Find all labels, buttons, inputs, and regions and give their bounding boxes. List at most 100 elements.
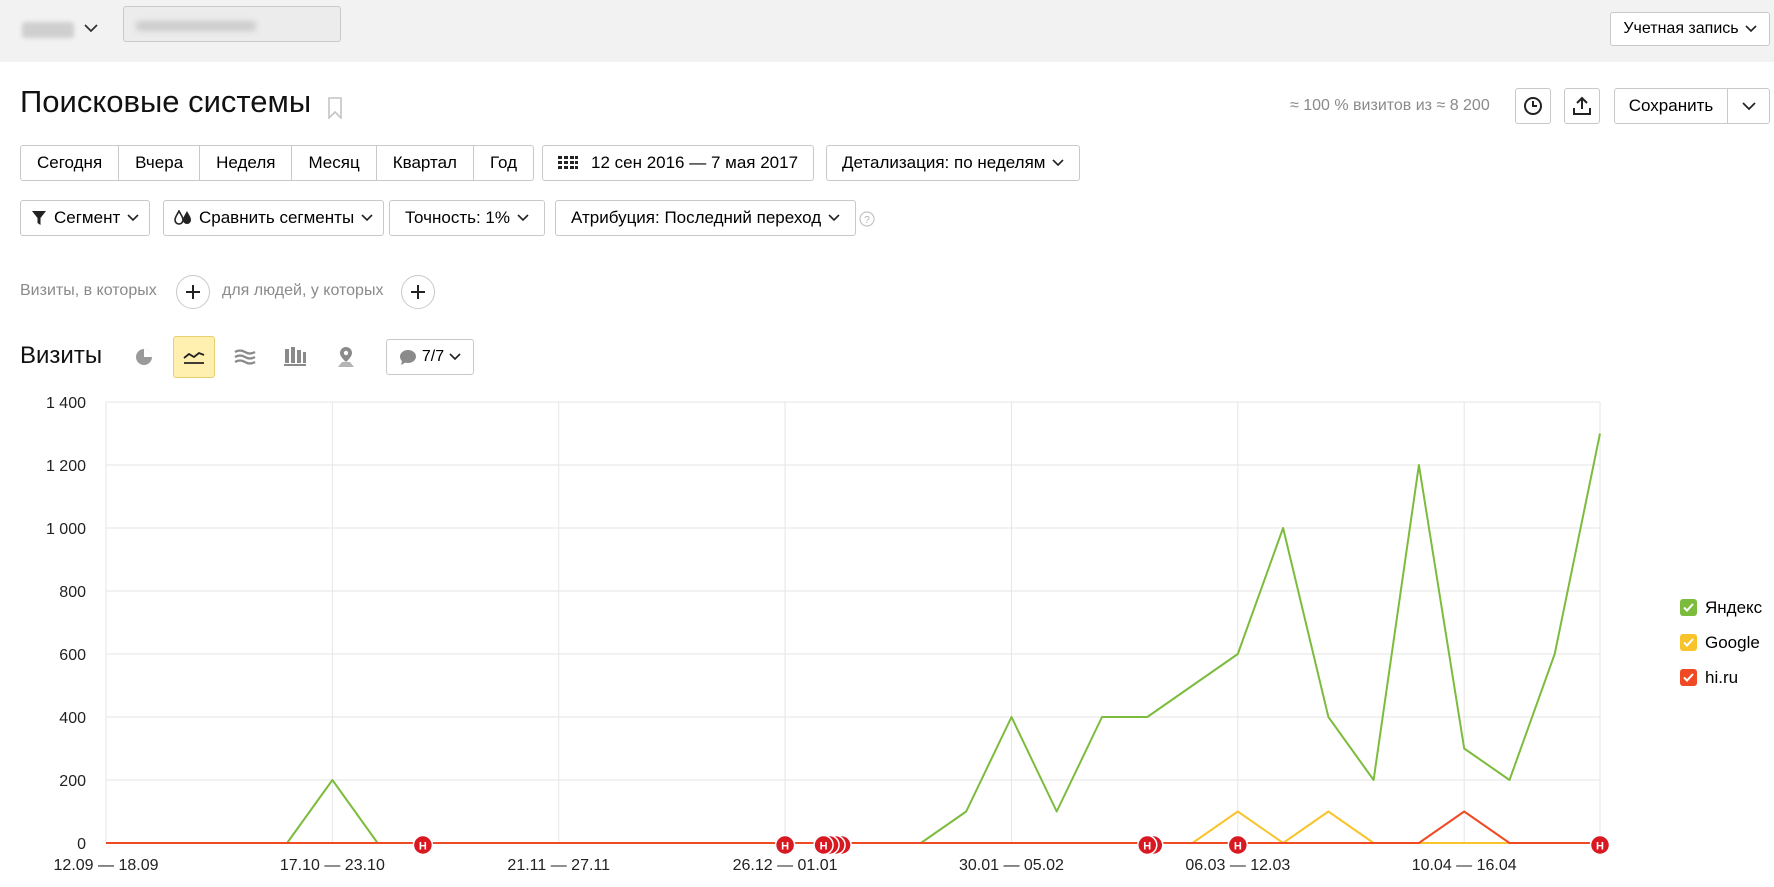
account-label: Учетная запись (1623, 20, 1739, 37)
date-range-button[interactable]: 12 сен 2016 — 7 мая 2017 (542, 145, 815, 181)
period-yesterday[interactable]: Вчера (118, 145, 201, 181)
detail-dropdown[interactable]: Детализация: по неделям (826, 145, 1081, 181)
history-button[interactable] (1515, 88, 1551, 124)
bar-chart-icon (284, 347, 306, 366)
people-condition-label: для людей, у которых (222, 282, 384, 299)
period-week[interactable]: Неделя (199, 145, 293, 181)
attribution-label: Атрибуция: Последний переход (571, 208, 822, 227)
account-button[interactable]: Учетная запись (1610, 12, 1770, 46)
upload-icon (1573, 96, 1591, 115)
chart-title: Визиты (20, 342, 103, 369)
series-line (106, 810, 1600, 844)
period-selector: Сегодня Вчера Неделя Месяц Квартал Год (20, 145, 535, 181)
compare-segments-button[interactable]: Сравнить сегменты (163, 200, 385, 236)
x-tick-label: 21.11 — 27.11 (507, 857, 610, 874)
page-title: Поисковые системы (20, 84, 312, 119)
chart-legend: Яндекс Google hi.ru (1680, 590, 1762, 695)
chevron-down-icon (1745, 25, 1757, 33)
save-dropdown-button[interactable] (1727, 88, 1770, 124)
period-quarter[interactable]: Квартал (375, 145, 474, 181)
legend-item-google[interactable]: Google (1680, 625, 1762, 660)
visits-sample-info: ≈ 100 % визитов из ≈ 8 200 (1290, 97, 1490, 114)
legend-label: Яндекс (1705, 597, 1763, 617)
note-marker-label: Н (781, 841, 789, 853)
segment-label: Сегмент (54, 208, 121, 227)
x-tick-label: 26.12 — 01.01 (733, 857, 838, 874)
y-tick-label: 1 400 (46, 395, 86, 412)
note-marker-label: Н (1596, 841, 1604, 853)
chevron-down-icon (449, 353, 461, 361)
y-tick-label: 1 000 (46, 521, 86, 538)
segment-button[interactable]: Сегмент (20, 200, 151, 236)
chart-type-map[interactable] (325, 336, 367, 378)
checkbox-checked-icon[interactable] (1680, 599, 1697, 616)
bookmark-icon[interactable] (328, 97, 342, 119)
chart-type-line[interactable] (173, 336, 215, 378)
x-tick-label: 30.01 — 05.02 (959, 857, 1064, 874)
svg-text:?: ? (864, 215, 870, 226)
y-tick-label: 200 (59, 773, 86, 790)
top-bar: Учетная запись (0, 0, 1774, 62)
comment-icon (399, 349, 416, 365)
legend-label: hi.ru (1705, 667, 1739, 687)
calendar-icon (558, 156, 578, 169)
compare-segments-label: Сравнить сегменты (199, 208, 355, 227)
help-icon[interactable]: ? (859, 211, 875, 227)
chevron-down-icon (361, 214, 373, 222)
x-tick-label: 12.09 — 18.09 (54, 857, 159, 874)
visits-line-chart: 0 200 400 600 800 1 000 1 200 1 400 12.09 — 18.0… (46, 395, 1611, 874)
detail-label: Детализация: по неделям (842, 153, 1046, 172)
visits-condition-label: Визиты, в которых (20, 282, 157, 299)
period-year[interactable]: Год (472, 145, 535, 181)
period-month[interactable]: Месяц (291, 145, 377, 181)
chart-type-area[interactable] (224, 336, 266, 378)
filter-icon (32, 211, 46, 225)
accuracy-dropdown[interactable]: Точность: 1% (389, 200, 545, 236)
chart-type-pie[interactable] (123, 336, 165, 378)
checkbox-checked-icon[interactable] (1680, 634, 1697, 651)
counter-search-blurred[interactable] (123, 6, 341, 42)
legend-item-hiru[interactable]: hi.ru (1680, 660, 1762, 695)
legend-label: Google (1705, 632, 1760, 652)
accuracy-label: Точность: 1% (405, 208, 510, 227)
y-tick-label: 0 (77, 836, 86, 853)
x-tick-label: 17.10 — 23.10 (280, 857, 385, 874)
export-button[interactable] (1564, 88, 1600, 124)
area-chart-icon (234, 349, 256, 365)
chevron-down-icon (1052, 159, 1065, 167)
x-tick-label: 06.03 — 12.03 (1185, 857, 1290, 874)
note-marker-label: Н (820, 841, 828, 853)
chevron-down-icon (517, 214, 529, 222)
note-marker-label: Н (1143, 841, 1151, 853)
note-marker-label: Н (1234, 841, 1242, 853)
y-tick-label: 800 (59, 584, 86, 601)
x-tick-label: 10.04 — 16.04 (1412, 857, 1517, 874)
notes-dropdown[interactable]: 7/7 (386, 339, 474, 375)
y-tick-label: 1 200 (46, 458, 86, 475)
checkbox-checked-icon[interactable] (1680, 669, 1697, 686)
drops-icon (174, 210, 191, 225)
chevron-down-icon[interactable] (84, 20, 98, 38)
add-visit-condition-button[interactable] (176, 275, 210, 309)
attribution-dropdown[interactable]: Атрибуция: Последний переход (555, 200, 857, 236)
save-button[interactable]: Сохранить (1614, 88, 1728, 124)
note-marker-label: Н (419, 841, 427, 853)
line-chart-icon (183, 351, 205, 364)
series-line (106, 433, 1601, 844)
chart-type-bar[interactable] (274, 336, 316, 378)
series-line (106, 810, 1600, 844)
chevron-down-icon (828, 214, 840, 222)
period-today[interactable]: Сегодня (20, 145, 120, 181)
y-tick-label: 400 (59, 710, 86, 727)
plus-icon (411, 285, 425, 299)
clock-icon (1524, 97, 1542, 115)
add-people-condition-button[interactable] (401, 275, 435, 309)
y-tick-label: 600 (59, 647, 86, 664)
chevron-down-icon (127, 214, 139, 222)
legend-item-yandex[interactable]: Яндекс (1680, 590, 1762, 625)
pie-chart-icon (136, 349, 152, 365)
chevron-down-icon (1741, 101, 1756, 110)
counter-selector-blurred[interactable] (22, 22, 74, 38)
map-pin-icon (338, 347, 354, 367)
date-range-label: 12 сен 2016 — 7 мая 2017 (591, 153, 799, 172)
